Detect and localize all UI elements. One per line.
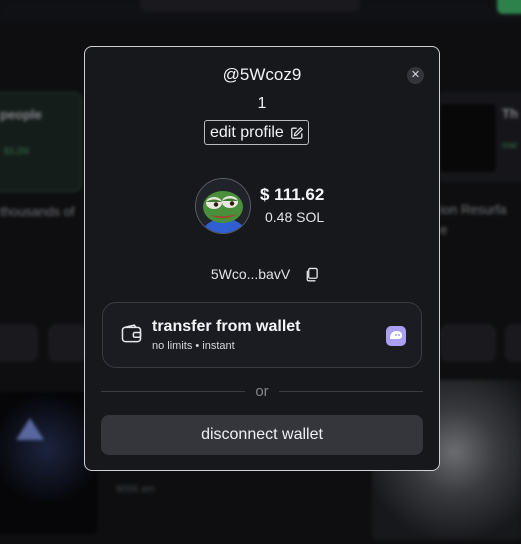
transfer-from-wallet-button[interactable]: transfer from wallet no limits • instant bbox=[102, 302, 422, 368]
divider-line bbox=[278, 391, 423, 392]
copy-icon[interactable] bbox=[304, 267, 319, 282]
edit-profile-label: edit profile bbox=[210, 123, 284, 141]
wallet-icon bbox=[121, 324, 142, 343]
balance-sol: 0.48 SOL bbox=[265, 209, 325, 225]
username: @5Wcoz9 bbox=[222, 65, 302, 84]
or-divider: or bbox=[101, 383, 423, 400]
edit-profile-button[interactable]: edit profile bbox=[204, 120, 309, 145]
divider-text: or bbox=[255, 383, 269, 400]
pepe-avatar bbox=[195, 178, 251, 234]
transfer-subtitle: no limits • instant bbox=[152, 340, 235, 352]
balance-usd: $ 111.62 bbox=[260, 185, 325, 204]
profile-count: 1 bbox=[257, 95, 267, 112]
profile-modal: ✕ @5Wcoz9 1 edit profile $ 111.62 0.48 S… bbox=[84, 46, 440, 471]
phantom-icon bbox=[386, 326, 406, 346]
wallet-address-row: 5Wco...bavV bbox=[85, 266, 439, 282]
wallet-address: 5Wco...bavV bbox=[210, 266, 291, 282]
transfer-title: transfer from wallet bbox=[152, 318, 301, 335]
edit-icon bbox=[290, 126, 303, 139]
disconnect-wallet-button[interactable]: disconnect wallet bbox=[101, 415, 423, 455]
divider-line bbox=[101, 391, 246, 392]
